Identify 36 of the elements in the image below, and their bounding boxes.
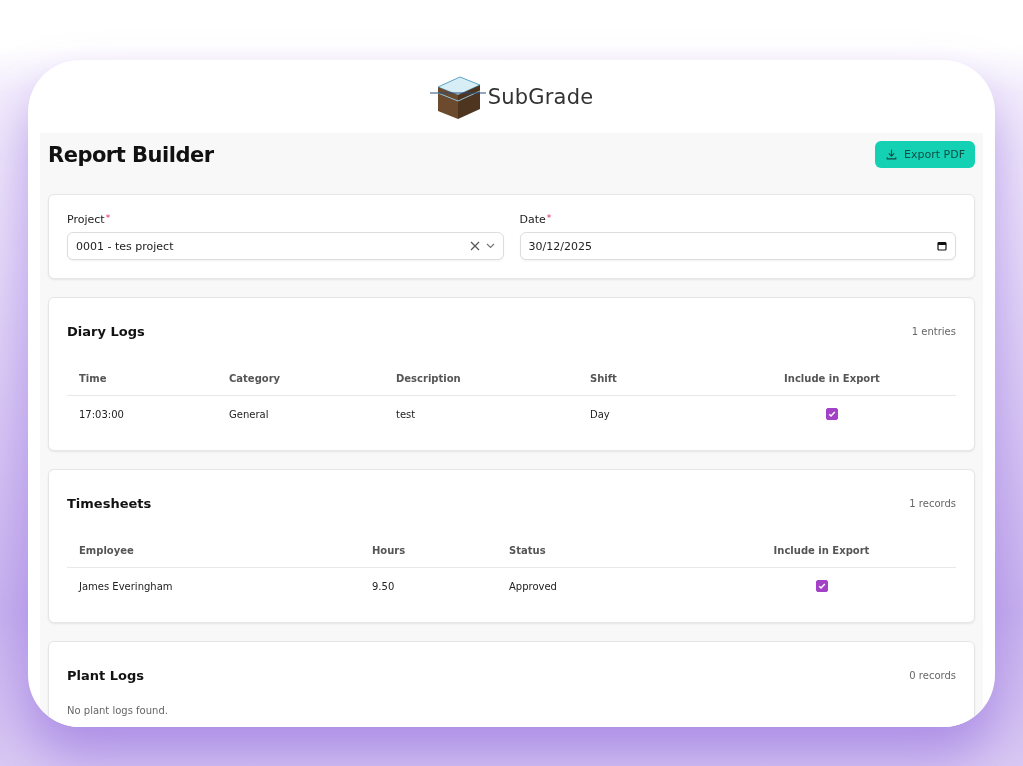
field-label: Date* bbox=[519, 213, 553, 226]
project-select[interactable]: 0001 - tes project bbox=[67, 232, 504, 260]
table-cell-text: 9.50 bbox=[372, 580, 396, 592]
column-header: Shift bbox=[590, 372, 618, 384]
field-label: Project* bbox=[67, 213, 112, 226]
section-title: Timesheets bbox=[67, 496, 152, 511]
column-header: Employee bbox=[79, 544, 135, 556]
export-pdf-button[interactable]: Export PDF bbox=[875, 141, 975, 168]
table-cell-text: General bbox=[229, 408, 270, 420]
column-header: Time bbox=[79, 372, 108, 384]
table-cell-text: Day bbox=[590, 408, 611, 420]
table-cell-text: James Everingham bbox=[79, 580, 174, 592]
record-count: 1 records bbox=[909, 498, 956, 509]
column-header: Status bbox=[509, 544, 547, 556]
page-title: Report Builder bbox=[48, 142, 214, 167]
table-cell-text: test bbox=[396, 408, 417, 420]
empty-message: No plant logs found. bbox=[67, 705, 169, 716]
record-count: 1 entries bbox=[911, 326, 956, 337]
brand-name: SubGrade bbox=[487, 84, 594, 109]
include-checkbox[interactable] bbox=[826, 408, 838, 420]
clear-icon[interactable] bbox=[469, 241, 480, 251]
column-header: Include in Export bbox=[783, 372, 881, 384]
table-cell-text: 17:03:00 bbox=[79, 408, 125, 420]
date-input[interactable]: 30/12/2025 bbox=[519, 232, 956, 260]
column-header: Description bbox=[396, 372, 462, 384]
record-count: 0 records bbox=[909, 670, 956, 681]
section-title: Plant Logs bbox=[67, 668, 144, 683]
download-icon bbox=[885, 148, 899, 161]
include-checkbox[interactable] bbox=[815, 580, 828, 592]
table-cell-text: Approved bbox=[509, 580, 558, 592]
column-header: Include in Export bbox=[772, 544, 871, 556]
column-header: Hours bbox=[372, 544, 407, 556]
calendar-icon[interactable] bbox=[937, 241, 947, 251]
chevron-down-icon[interactable] bbox=[485, 243, 495, 249]
column-header: Category bbox=[229, 372, 282, 384]
section-title: Diary Logs bbox=[67, 324, 145, 339]
